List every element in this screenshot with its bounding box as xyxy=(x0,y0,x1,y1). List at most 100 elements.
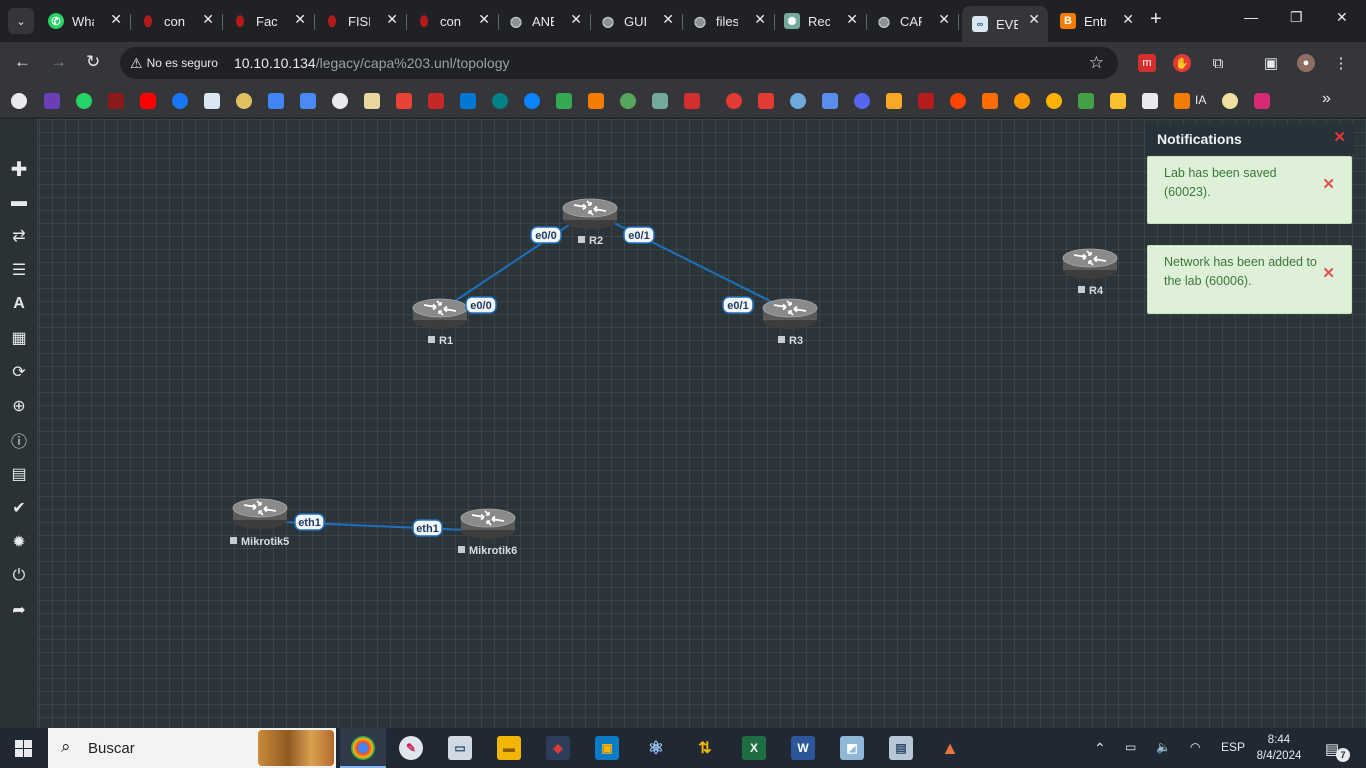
ring-icon[interactable] xyxy=(1014,93,1030,109)
heart-icon[interactable] xyxy=(726,93,742,109)
gear-orange-icon[interactable] xyxy=(982,93,998,109)
show-hidden-icons[interactable]: ⌃ xyxy=(1094,740,1106,757)
more-bookmarks-icon[interactable]: » xyxy=(1322,90,1331,108)
text-icon[interactable]: A xyxy=(9,294,29,314)
graduation-icon[interactable] xyxy=(822,93,838,109)
matlab-icon[interactable]: ▲ xyxy=(938,736,962,760)
logout-icon[interactable]: ➦ xyxy=(9,600,29,620)
link-r1-r2[interactable] xyxy=(439,210,591,312)
router-r1[interactable] xyxy=(412,298,468,330)
add-icon[interactable]: ✚ xyxy=(9,159,29,181)
interface-label[interactable]: eth1 xyxy=(294,513,325,531)
windows-start-icon[interactable] xyxy=(15,740,32,757)
close-icon[interactable]: ✕ xyxy=(662,11,674,28)
eve-icon[interactable] xyxy=(204,93,220,109)
networks-icon[interactable]: ⇄ xyxy=(9,226,29,246)
interface-label[interactable]: e0/1 xyxy=(623,226,655,244)
security-chip[interactable]: ⚠ No es seguro xyxy=(130,55,218,72)
link-mikrotik5-mikrotik6[interactable] xyxy=(259,520,489,532)
url-text[interactable]: 10.10.10.134/legacy/capa%203.unl/topolog… xyxy=(234,55,510,71)
remote-desktop-icon[interactable]: ▤ xyxy=(889,736,913,760)
network-app-icon[interactable]: ⇅ xyxy=(693,736,717,760)
notes-icon[interactable]: ◩ xyxy=(840,736,864,760)
university-icon[interactable] xyxy=(428,93,444,109)
side-panel-icon[interactable]: ▣ xyxy=(1262,54,1280,72)
tab-gui[interactable]: ◍ GUI ✕ xyxy=(590,6,683,36)
interface-label[interactable]: e0/0 xyxy=(465,296,497,314)
blogger-icon[interactable] xyxy=(1174,93,1190,109)
router-mikrotik5[interactable] xyxy=(232,498,288,530)
instagram-icon[interactable] xyxy=(1254,93,1270,109)
tool-icon[interactable] xyxy=(1110,93,1126,109)
clock[interactable]: 8:44 8/4/2024 xyxy=(1254,732,1304,764)
word-icon[interactable]: W xyxy=(791,736,815,760)
facebook-icon[interactable] xyxy=(172,93,188,109)
restore-button[interactable]: ❐ xyxy=(1290,9,1303,26)
zoom-icon[interactable]: ⊕ xyxy=(9,396,29,416)
bookmark-ia-label[interactable]: IA xyxy=(1195,93,1206,107)
bookmark-star-icon[interactable]: ☆ xyxy=(1089,53,1104,73)
tab-facu[interactable]: ⬮ Facu ✕ xyxy=(222,6,315,36)
tab-rec[interactable]: ✺ Rec ✕ xyxy=(774,6,867,36)
outlook-icon[interactable] xyxy=(460,93,476,109)
close-icon[interactable]: ✕ xyxy=(1028,11,1040,28)
close-icon[interactable]: ✕ xyxy=(846,11,858,28)
reddit-icon[interactable] xyxy=(950,93,966,109)
language-indicator[interactable]: ESP xyxy=(1221,740,1245,754)
interface-label[interactable]: e0/1 xyxy=(722,296,754,314)
excel-icon[interactable]: X xyxy=(742,736,766,760)
settings-icon[interactable]: ✹ xyxy=(9,532,29,552)
vmware-icon[interactable]: ▣ xyxy=(595,736,619,760)
menu-kebab-icon[interactable]: ⋮ xyxy=(1332,54,1350,72)
close-icon[interactable]: ✕ xyxy=(478,11,490,28)
extension-mega-icon[interactable]: m xyxy=(1138,54,1156,72)
symbolab-icon[interactable] xyxy=(758,93,774,109)
close-icon[interactable]: ✕ xyxy=(202,11,214,28)
discord-icon[interactable] xyxy=(854,93,870,109)
app-dark-icon[interactable]: ◆ xyxy=(546,736,570,760)
close-icon[interactable]: ✕ xyxy=(1322,264,1335,283)
interface-label[interactable]: eth1 xyxy=(412,519,443,537)
tab-ane[interactable]: ◍ ANE ✕ xyxy=(498,6,591,36)
extension-adblock-icon[interactable]: ✋ xyxy=(1173,54,1191,72)
router-r4[interactable] xyxy=(1062,248,1118,280)
leaf-icon[interactable] xyxy=(620,93,636,109)
reload-button[interactable]: ↻ xyxy=(86,52,100,72)
close-icon[interactable]: ✕ xyxy=(386,11,398,28)
gmail-icon[interactable] xyxy=(396,93,412,109)
router-r3[interactable] xyxy=(762,298,818,330)
router-mikrotik6[interactable] xyxy=(460,508,516,540)
lock-icon[interactable]: ✔ xyxy=(9,498,29,518)
cloud-icon[interactable] xyxy=(790,93,806,109)
tab-con[interactable]: ⬮ con ✕ xyxy=(130,6,223,36)
translate-icon[interactable] xyxy=(268,93,284,109)
blogger-icon[interactable] xyxy=(588,93,604,109)
eye-icon[interactable] xyxy=(1222,93,1238,109)
atom-icon[interactable]: ⚛ xyxy=(644,736,668,760)
interface-label[interactable]: e0/0 xyxy=(530,226,562,244)
lab-details-icon[interactable]: ▤ xyxy=(9,464,29,484)
onedrive-icon[interactable] xyxy=(524,93,540,109)
youtube-icon[interactable] xyxy=(140,93,156,109)
infinity-icon[interactable] xyxy=(1046,93,1062,109)
sharepoint-icon[interactable] xyxy=(492,93,508,109)
close-icon[interactable]: ✕ xyxy=(110,11,122,28)
link-r2-r3[interactable] xyxy=(589,210,791,312)
volume-icon[interactable]: 🔈 xyxy=(1156,740,1171,754)
image-icon[interactable] xyxy=(886,93,902,109)
back-button[interactable]: ← xyxy=(14,52,31,72)
file-explorer-icon[interactable]: ▬ xyxy=(497,736,521,760)
drive-icon[interactable] xyxy=(556,93,572,109)
globe-icon[interactable] xyxy=(332,93,348,109)
grid-app-icon[interactable] xyxy=(1078,93,1094,109)
close-icon[interactable]: ✕ xyxy=(1333,128,1346,146)
mail-icon[interactable] xyxy=(44,93,60,109)
globe-icon[interactable] xyxy=(11,93,27,109)
forward-button[interactable]: → xyxy=(50,52,67,72)
taskbar-search[interactable]: ⌕ Buscar xyxy=(48,728,336,768)
google-translate-icon[interactable] xyxy=(300,93,316,109)
tab-eve[interactable]: ∞ EVE ✕ xyxy=(962,6,1048,42)
topology-workspace[interactable]: R2 R1 R3 R4 Mikrotik5 Mikrotik6 e0/0 e0/… xyxy=(0,119,1366,728)
minimize-button[interactable]: — xyxy=(1244,9,1258,25)
tab-entr[interactable]: B Entr ✕ xyxy=(1050,6,1142,36)
